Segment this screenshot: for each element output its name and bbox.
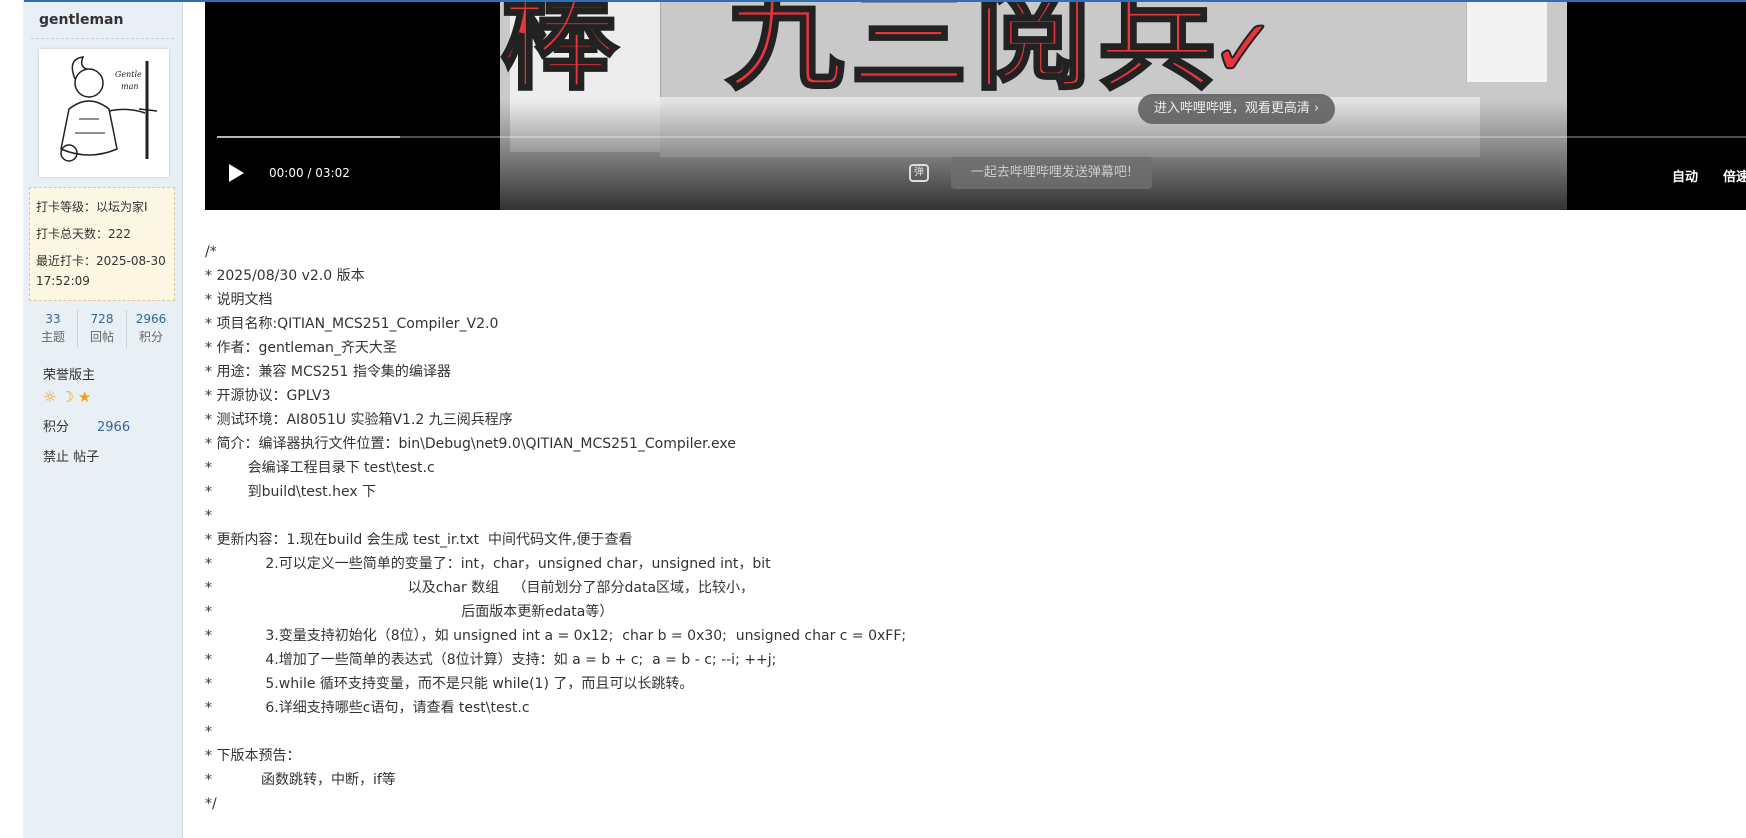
- danmaku-input[interactable]: 一起去哔哩哔哩发送弹幕吧!: [951, 157, 1152, 189]
- stat-replies-label: 回帖: [89, 330, 114, 344]
- video-player[interactable]: 棒九三阅兵 ✓ 进入哔哩哔哩，观看更高清 › 00:00 / 03:02 弹 一…: [205, 2, 1746, 210]
- post-line: * 2025/08/30 v2.0 版本: [205, 268, 365, 284]
- rank-icons: ☼ ☽ ★: [43, 388, 91, 406]
- post-line: * 2.可以定义一些简单的变量了：int，char，unsigned char，…: [205, 556, 771, 572]
- post-line: * 以及char 数组 （目前划分了部分data区域，比较小，: [205, 580, 755, 596]
- avatar-image: Gentle man: [39, 49, 169, 177]
- controls-gradient: [205, 100, 1746, 210]
- post-line: * 开源协议：GPLV3: [205, 388, 331, 404]
- speed-button[interactable]: 倍速: [1723, 166, 1746, 185]
- svg-text:man: man: [121, 82, 139, 91]
- post-line: * 6.详细支持哪些c语句，请查看 test\test.c: [205, 700, 530, 716]
- star-icon: ★: [77, 388, 92, 406]
- moon-icon: ☽: [60, 388, 74, 406]
- user-stats: 33 主题 728 回帖 2966 积分: [29, 310, 175, 348]
- post-line: * 简介：编译器执行文件位置：bin\Debug\net9.0\QITIAN_M…: [205, 436, 736, 452]
- post-line: * 说明文档: [205, 292, 273, 308]
- left-margin: [0, 0, 24, 838]
- post-line: * 3.变量支持初始化（8位），如 unsigned int a = 0x12;…: [205, 628, 907, 644]
- post-line: * 用途：兼容 MCS251 指令集的编译器: [205, 364, 451, 380]
- stat-replies[interactable]: 728 回帖: [77, 310, 126, 348]
- user-sidebar: gentleman Gentle man 打卡等级：以坛为家I 打卡总天数：22…: [23, 2, 183, 838]
- user-group-title[interactable]: 荣誉版主: [43, 364, 95, 383]
- sun-icon: ☼: [43, 388, 57, 406]
- progress-fill: [217, 136, 401, 138]
- post-line: * 函数跳转，中断，if等: [205, 772, 396, 788]
- checkmark-icon: ✓: [1209, 2, 1278, 96]
- stat-replies-count: 728: [90, 312, 114, 326]
- post-line: * 作者：gentleman_齐天大圣: [205, 340, 397, 356]
- post-line: /*: [205, 244, 217, 260]
- open-bilibili-button[interactable]: 进入哔哩哔哩，观看更高清 ›: [1138, 94, 1335, 124]
- post-line: * 项目名称:QITIAN_MCS251_Compiler_V2.0: [205, 316, 499, 332]
- play-icon[interactable]: [229, 164, 244, 182]
- video-frame-side-panel: [1466, 2, 1547, 82]
- time-display: 00:00 / 03:02: [269, 166, 350, 180]
- stat-threads[interactable]: 33 主题: [29, 310, 77, 348]
- stat-points[interactable]: 2966 积分: [126, 310, 175, 348]
- checkin-days: 打卡总天数：222: [36, 227, 131, 241]
- post-line: * 5.while 循环支持变量，而不是只能 while(1) 了，而且可以长跳…: [205, 676, 694, 692]
- progress-bar[interactable]: [217, 136, 1746, 138]
- post-line: * 到build\test.hex 下: [205, 484, 377, 500]
- last-checkin: 最近打卡：2025-08-30 17:52:09: [36, 254, 166, 288]
- checkin-panel: 打卡等级：以坛为家I 打卡总天数：222 最近打卡：2025-08-30 17:…: [29, 187, 175, 301]
- stat-threads-label: 主题: [40, 330, 65, 344]
- svg-text:Gentle: Gentle: [115, 70, 142, 79]
- post-line: * 下版本预告：: [205, 748, 301, 764]
- post-line: * 4.增加了一些简单的表达式（8位计算）支持：如 a = b + c; a =…: [205, 652, 777, 668]
- post-content: /* * 2025/08/30 v2.0 版本 * 说明文档 * 项目名称:QITIA…: [205, 240, 1305, 816]
- score-value: 2966: [97, 420, 131, 435]
- post-line: * 更新内容：1.现在build 会生成 test_ir.txt 中间代码文件,…: [205, 532, 633, 548]
- post-line: * 会编译工程目录下 test\test.c: [205, 460, 435, 476]
- stat-points-label: 积分: [138, 330, 163, 344]
- checkin-level: 打卡等级：以坛为家I: [36, 200, 148, 214]
- score-row: 积分 2966: [43, 416, 130, 435]
- post-line: * 测试环境：AI8051U 实验箱V1.2 九三阅兵程序: [205, 412, 513, 428]
- post-line: *: [205, 724, 212, 740]
- divider: [31, 38, 174, 39]
- danmaku-toggle-icon[interactable]: 弹: [909, 164, 929, 182]
- stat-points-count: 2966: [135, 312, 167, 326]
- quality-auto-button[interactable]: 自动: [1672, 166, 1698, 185]
- ban-posts-link[interactable]: 禁止 帖子: [43, 446, 99, 465]
- avatar[interactable]: Gentle man: [39, 49, 169, 177]
- post-line: * 后面版本更新edata等）: [205, 604, 614, 620]
- post-line: *: [205, 508, 212, 524]
- username-link[interactable]: gentleman: [39, 12, 123, 28]
- score-label: 积分: [43, 420, 70, 435]
- post-line: */: [205, 796, 217, 812]
- stat-threads-count: 33: [45, 312, 61, 326]
